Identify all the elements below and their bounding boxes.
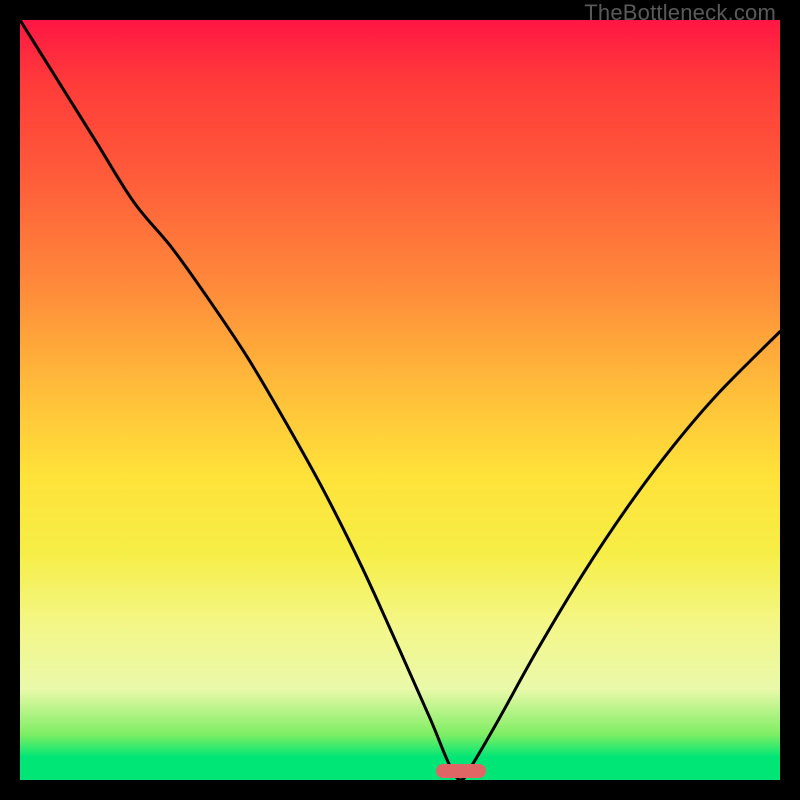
chart-frame: TheBottleneck.com (0, 0, 800, 800)
bottleneck-curve (20, 20, 780, 780)
curve-svg (20, 20, 780, 780)
optimal-marker (436, 764, 486, 778)
plot-area (20, 20, 780, 780)
